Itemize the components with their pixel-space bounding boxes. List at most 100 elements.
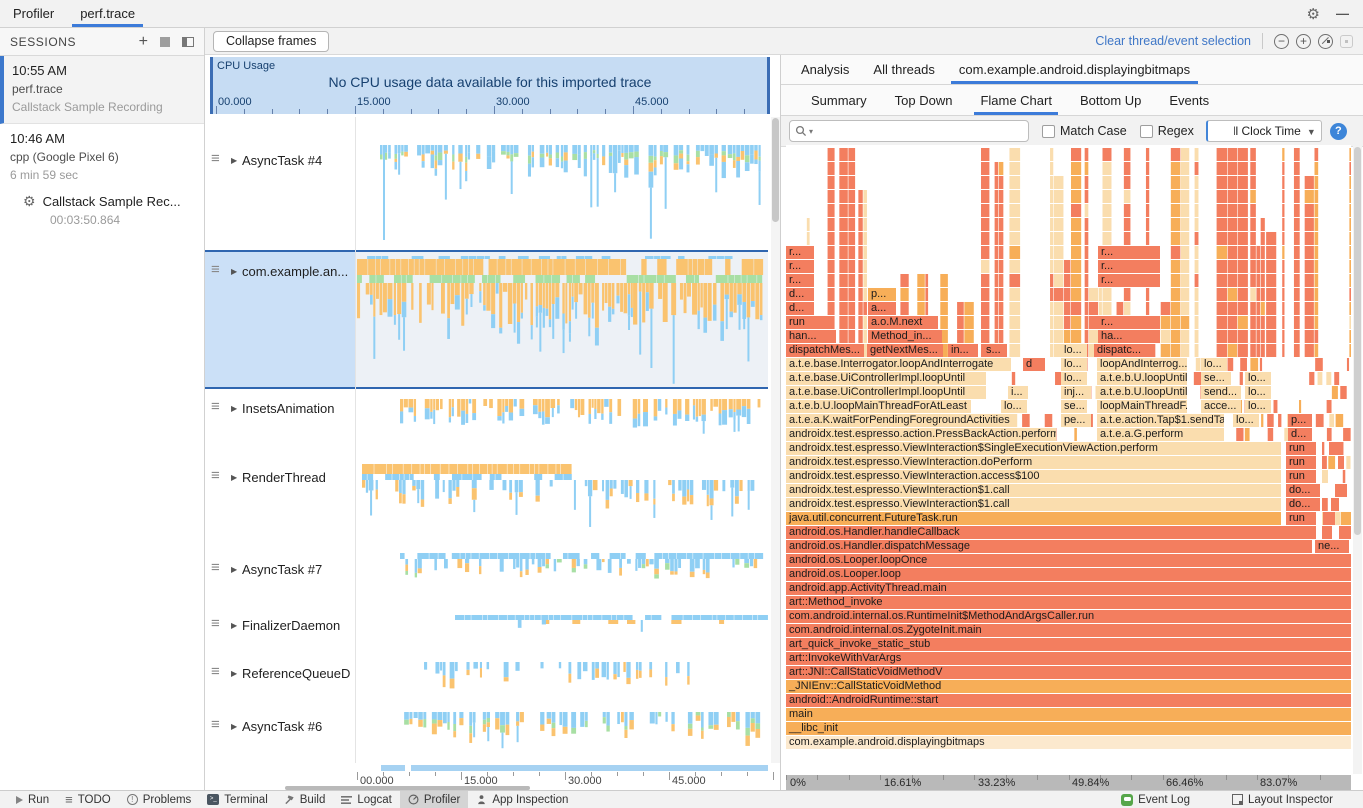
cpu-usage-banner[interactable]: CPU Usage No CPU usage data available fo… <box>210 57 770 114</box>
flame-node[interactable]: r... <box>1098 274 1160 287</box>
flame-node[interactable]: art::JNI::CallStaticVoidMethodV <box>786 666 1351 679</box>
flame-node[interactable]: androidx.test.espresso.ViewInteraction$1… <box>786 484 1281 497</box>
flame-node[interactable]: com.example.android.displayingbitmaps <box>786 736 1351 749</box>
timeline-range-bar[interactable] <box>381 765 405 771</box>
flame-node[interactable]: art::InvokeWithVarArgs <box>786 652 1351 665</box>
flame-node[interactable]: do... <box>1286 498 1320 511</box>
flame-vertical-scrollbar[interactable] <box>1353 146 1362 774</box>
status-item-run[interactable]: Run <box>8 791 57 808</box>
drag-handle-icon[interactable]: ≡ <box>211 469 220 482</box>
thread-activity-chart[interactable] <box>355 545 768 604</box>
flame-node[interactable]: android.app.ActivityThread.main <box>786 582 1351 595</box>
flame-node[interactable]: run <box>1286 512 1316 525</box>
flame-node[interactable]: lo... <box>1245 386 1271 399</box>
status-item-event-log[interactable]: Event Log <box>1113 791 1198 808</box>
flame-node[interactable]: send... <box>1201 386 1241 399</box>
thread-activity-chart[interactable] <box>355 117 768 250</box>
flame-node[interactable] <box>1341 512 1351 525</box>
expand-arrow-icon[interactable]: ▶ <box>231 156 237 165</box>
flame-node[interactable] <box>1335 484 1347 497</box>
flame-node[interactable]: lo... <box>1001 400 1027 413</box>
flame-node[interactable]: ne... <box>1315 540 1349 553</box>
flame-node[interactable]: java.util.concurrent.FutureTask.run <box>786 512 1281 525</box>
flame-node[interactable]: r... <box>786 260 814 273</box>
flame-node[interactable]: d... <box>786 288 814 301</box>
flame-node[interactable]: inj... <box>1061 386 1091 399</box>
flame-node[interactable]: art_quick_invoke_static_stub <box>786 638 1351 651</box>
thread-row[interactable]: ≡▶InsetsAnimation <box>205 389 768 459</box>
flame-node[interactable]: run <box>1286 456 1316 469</box>
flame-node[interactable] <box>1331 498 1339 511</box>
collapse-frames-button[interactable]: Collapse frames <box>213 31 329 52</box>
flame-node[interactable]: __libc_init <box>786 722 1351 735</box>
flame-node[interactable]: android.os.Looper.loopOnce <box>786 554 1351 567</box>
settings-gear-icon[interactable]: ⚙ <box>1307 5 1320 23</box>
flame-node[interactable]: android.os.Handler.dispatchMessage <box>786 540 1312 553</box>
analysis-tab-analysis[interactable]: Analysis <box>789 56 861 84</box>
session-child-recording[interactable]: ⚙Callstack Sample Rec... <box>10 182 196 209</box>
drag-handle-icon[interactable]: ≡ <box>211 617 220 630</box>
flame-node[interactable]: do... <box>1286 484 1320 497</box>
flame-node[interactable] <box>1323 512 1335 525</box>
flame-node[interactable]: _JNIEnv::CallStaticVoidMethod <box>786 680 1351 693</box>
flame-node[interactable]: a.o.M.next <box>868 316 938 329</box>
session-item[interactable]: 10:55 AMperf.traceCallstack Sample Recor… <box>0 56 204 124</box>
expand-arrow-icon[interactable]: ▶ <box>231 267 237 276</box>
add-session-icon[interactable]: + <box>139 35 148 49</box>
threads-vertical-scrollbar[interactable] <box>771 117 780 763</box>
analysis-tab-com-example-android-displayingbitmaps[interactable]: com.example.android.displayingbitmaps <box>947 56 1202 84</box>
flame-node[interactable]: lo... <box>1061 358 1087 371</box>
clock-time-dropdown[interactable]: Wall Clock Time ▼ <box>1206 120 1322 142</box>
search-history-caret-icon[interactable]: ▾ <box>809 127 813 136</box>
status-item-problems[interactable]: !Problems <box>119 791 200 808</box>
zoom-out-icon[interactable]: − <box>1274 34 1289 49</box>
flame-node[interactable]: a.t.e.a.G.perform <box>1097 428 1224 441</box>
flame-node[interactable]: lo... <box>1061 372 1087 385</box>
status-item-todo[interactable]: ≡TODO <box>57 791 119 808</box>
flame-node[interactable]: loopMainThreadF... <box>1097 400 1187 413</box>
expand-arrow-icon[interactable]: ▶ <box>231 404 237 413</box>
flame-node[interactable]: a.t.e.action.Tap$1.sendTap <box>1097 414 1224 427</box>
flame-node[interactable]: androidx.test.espresso.action.PressBackA… <box>786 428 1056 441</box>
analysis-subtab-flame-chart[interactable]: Flame Chart <box>966 86 1066 115</box>
collapse-sessions-panel-icon[interactable] <box>182 37 194 47</box>
analysis-subtab-bottom-up[interactable]: Bottom Up <box>1066 86 1155 115</box>
flame-node[interactable]: lo... <box>1245 372 1271 385</box>
status-item-layout-inspector[interactable]: Layout Inspector <box>1224 791 1341 808</box>
flame-node[interactable]: han... <box>786 330 836 343</box>
flame-node[interactable]: lo... <box>1233 414 1259 427</box>
flame-node[interactable]: android.os.Handler.handleCallback <box>786 526 1316 539</box>
clear-thread-event-selection-link[interactable]: Clear thread/event selection <box>1095 34 1251 48</box>
flame-node[interactable]: androidx.test.espresso.ViewInteraction$S… <box>786 442 1281 455</box>
status-item-terminal[interactable]: >_Terminal <box>199 791 275 808</box>
regex-box-icon[interactable] <box>1140 125 1153 138</box>
flame-node[interactable]: a... <box>868 302 896 315</box>
expand-arrow-icon[interactable]: ▶ <box>231 473 237 482</box>
analysis-tab-all-threads[interactable]: All threads <box>861 56 946 84</box>
expand-arrow-icon[interactable]: ▶ <box>231 565 237 574</box>
thread-row[interactable]: ≡▶AsyncTask #6 <box>205 704 768 763</box>
stop-recording-icon[interactable] <box>160 37 170 47</box>
zoom-in-icon[interactable]: + <box>1296 34 1311 49</box>
flame-node[interactable]: android.os.Looper.loop <box>786 568 1351 581</box>
flame-node[interactable]: ha... <box>1098 330 1160 343</box>
flame-node[interactable]: lo... <box>1245 400 1271 413</box>
flame-node[interactable]: pe... <box>1061 414 1091 427</box>
help-icon[interactable]: ? <box>1330 123 1347 140</box>
timeline-range-bar[interactable] <box>411 765 768 771</box>
thread-activity-chart[interactable] <box>355 459 768 545</box>
flame-node[interactable]: a.t.e.a.K.waitForPendingForegroundActivi… <box>786 414 1016 427</box>
thread-row[interactable]: ≡▶FinalizerDaemon <box>205 604 768 652</box>
flame-node[interactable]: a.t.e.b.U.loopMainThreadForAtLeast <box>786 400 971 413</box>
flame-node[interactable]: d... <box>786 302 814 315</box>
reset-zoom-icon[interactable] <box>1318 34 1333 49</box>
match-case-checkbox[interactable]: Match Case <box>1042 124 1127 138</box>
search-input[interactable]: ▾ <box>789 120 1029 142</box>
flame-node[interactable]: dispatchMes... <box>786 344 864 357</box>
thread-row[interactable]: ≡▶AsyncTask #7 <box>205 545 768 604</box>
flame-node[interactable] <box>1339 526 1351 539</box>
flame-node[interactable]: d <box>1023 358 1045 371</box>
minimize-icon[interactable]: — <box>1336 6 1349 21</box>
search-text-field[interactable] <box>815 123 1023 139</box>
drag-handle-icon[interactable]: ≡ <box>211 263 220 276</box>
